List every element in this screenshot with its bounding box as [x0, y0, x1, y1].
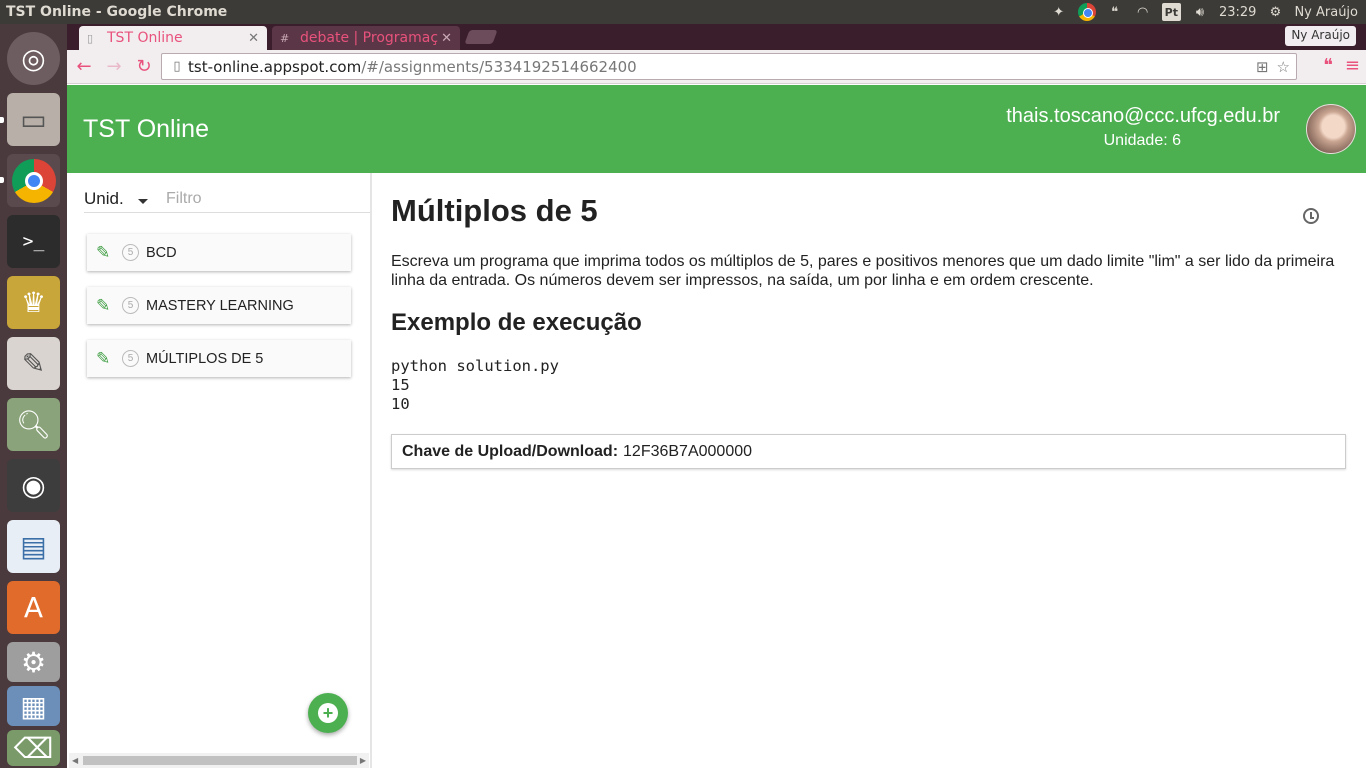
upload-key-value: 12F36B7A000000	[623, 442, 753, 460]
browser-toolbar: ← → ↻ ▯ tst-online.appspot.com /#/assign…	[67, 50, 1366, 84]
bookmark-star-icon[interactable]: ☆	[1277, 58, 1290, 76]
back-arrow-icon[interactable]: ←	[71, 54, 97, 80]
plus-icon: +	[318, 703, 338, 723]
session-user[interactable]: Ny Araújo	[1294, 2, 1358, 22]
avatar[interactable]	[1306, 104, 1356, 154]
url-host: tst-online.appspot.com	[188, 57, 362, 76]
assignment-detail: Múltiplos de 5 Escreva um programa que i…	[372, 173, 1366, 768]
menu-icon[interactable]: ≡	[1345, 55, 1360, 76]
running-indicator	[0, 177, 4, 183]
mahjongg-icon[interactable]: ♛	[7, 276, 60, 329]
hash-icon: #	[280, 31, 290, 45]
close-icon[interactable]: ✕	[248, 31, 259, 46]
profile-badge[interactable]: Ny Araújo	[1285, 26, 1356, 46]
unit-badge: 5	[122, 297, 139, 314]
clock[interactable]: 23:29	[1219, 2, 1256, 22]
terminal-icon[interactable]: >_	[7, 215, 60, 268]
scrollbar-thumb[interactable]	[83, 756, 357, 765]
gear-icon[interactable]: ⚙	[1266, 2, 1284, 22]
indicator-area: ✦ ❝ ◠ Pt 🔊︎ 23:29 ⚙ Ny Araújo	[1050, 2, 1366, 22]
trash-icon[interactable]: ⌫	[7, 730, 60, 766]
tab-label: TST Online	[107, 30, 183, 46]
wifi-icon[interactable]: ◠	[1134, 2, 1152, 22]
unit-badge: 5	[122, 350, 139, 367]
chrome-launcher-icon[interactable]	[7, 154, 60, 207]
assignment-title: Múltiplos de 5	[391, 193, 598, 228]
unit-select-value: Unid.	[84, 188, 124, 208]
scroll-left-icon[interactable]: ◀	[72, 756, 78, 765]
settings-icon[interactable]: ⚙	[7, 642, 60, 682]
software-center-icon[interactable]: A	[7, 581, 60, 634]
hangouts-extension-icon[interactable]: ❝	[1323, 55, 1333, 76]
chrome-indicator-icon[interactable]	[1077, 3, 1096, 21]
keyboard-layout-indicator[interactable]: Pt	[1161, 3, 1181, 21]
rhythmbox-icon[interactable]: ◉	[7, 459, 60, 512]
assignment-description: Escreva um programa que imprima todos os…	[391, 253, 1335, 289]
app-header: TST Online thais.toscano@ccc.ufcg.edu.br…	[67, 85, 1366, 173]
new-tab-button[interactable]	[464, 30, 498, 44]
hangouts-icon[interactable]: ❝	[1106, 2, 1124, 22]
dropbox-icon[interactable]: ✦	[1050, 2, 1068, 22]
assignment-card[interactable]: ✎ 5 BCD	[87, 234, 351, 271]
running-indicator	[0, 117, 4, 123]
text-editor-icon[interactable]: ✎	[7, 337, 60, 390]
assignment-card-label: MÚLTIPLOS DE 5	[146, 350, 264, 367]
volume-icon[interactable]: 🔊︎	[1191, 2, 1209, 22]
unit-select[interactable]: Unid.	[84, 189, 150, 209]
scroll-right-icon[interactable]: ▶	[360, 756, 366, 765]
os-top-panel: TST Online - Google Chrome ✦ ❝ ◠ Pt 🔊︎ 2…	[0, 0, 1366, 24]
translate-icon[interactable]: ⊞	[1256, 58, 1269, 76]
unity-launcher: ◎ ▭ >_ ♛ ✎ 🔍︎ ◉ ▤ A ⚙ ▦ ⌫	[0, 24, 67, 768]
horizontal-scrollbar[interactable]: ◀ ▶	[69, 753, 369, 768]
unit-badge: 5	[122, 244, 139, 261]
page-icon: ▯	[87, 31, 94, 45]
ubuntu-dash-icon[interactable]: ◎	[7, 32, 60, 85]
url-path: /#/assignments/5334192514662400	[361, 57, 637, 76]
forward-arrow-icon[interactable]: →	[101, 54, 127, 80]
assignment-sidebar: Unid. ✎ 5 BCD ✎ 5 MASTERY LEARNING ✎ 5 M…	[67, 173, 372, 768]
assignment-card-label: BCD	[146, 244, 177, 261]
libreoffice-impress-icon[interactable]: ▤	[7, 520, 60, 573]
user-unit: Unidade: 6	[1103, 132, 1181, 149]
upload-key-label: Chave de Upload/Download:	[402, 442, 619, 460]
user-email: thais.toscano@ccc.ufcg.edu.br	[1006, 105, 1280, 127]
address-bar[interactable]: ▯ tst-online.appspot.com /#/assignments/…	[161, 53, 1297, 80]
pencil-icon[interactable]: ✎	[96, 296, 114, 315]
app-title[interactable]: TST Online	[83, 115, 209, 144]
add-assignment-button[interactable]: +	[308, 693, 348, 733]
example-heading: Exemplo de execução	[391, 309, 642, 336]
browser-tab-strip: ▯ TST Online ✕ # debate | Programaç ✕ Ny…	[67, 24, 1366, 50]
workspaces-icon[interactable]: ▦	[7, 686, 60, 726]
image-viewer-icon[interactable]: 🔍︎	[7, 398, 60, 451]
page-icon: ▯	[173, 59, 181, 74]
upload-key-box: Chave de Upload/Download: 12F36B7A000000	[391, 434, 1346, 469]
tab-tst-online[interactable]: ▯ TST Online ✕	[79, 26, 267, 50]
filter-input[interactable]	[166, 189, 346, 208]
assignment-card-label: MASTERY LEARNING	[146, 297, 294, 314]
history-icon[interactable]	[1303, 208, 1319, 224]
window-title: TST Online - Google Chrome	[6, 4, 228, 20]
example-code: python solution.py 15 10	[391, 357, 559, 413]
close-icon[interactable]: ✕	[441, 31, 452, 46]
tab-debate[interactable]: # debate | Programaç ✕	[272, 26, 460, 50]
reload-icon[interactable]: ↻	[131, 54, 157, 80]
assignment-card[interactable]: ✎ 5 MÚLTIPLOS DE 5	[87, 340, 351, 377]
chevron-down-icon	[138, 198, 148, 204]
pencil-icon[interactable]: ✎	[96, 349, 114, 368]
pencil-icon[interactable]: ✎	[96, 243, 114, 262]
tab-label: debate | Programaç	[300, 30, 439, 46]
files-icon[interactable]: ▭	[7, 93, 60, 146]
filter-row: Unid.	[84, 185, 370, 213]
assignment-card[interactable]: ✎ 5 MASTERY LEARNING	[87, 287, 351, 324]
